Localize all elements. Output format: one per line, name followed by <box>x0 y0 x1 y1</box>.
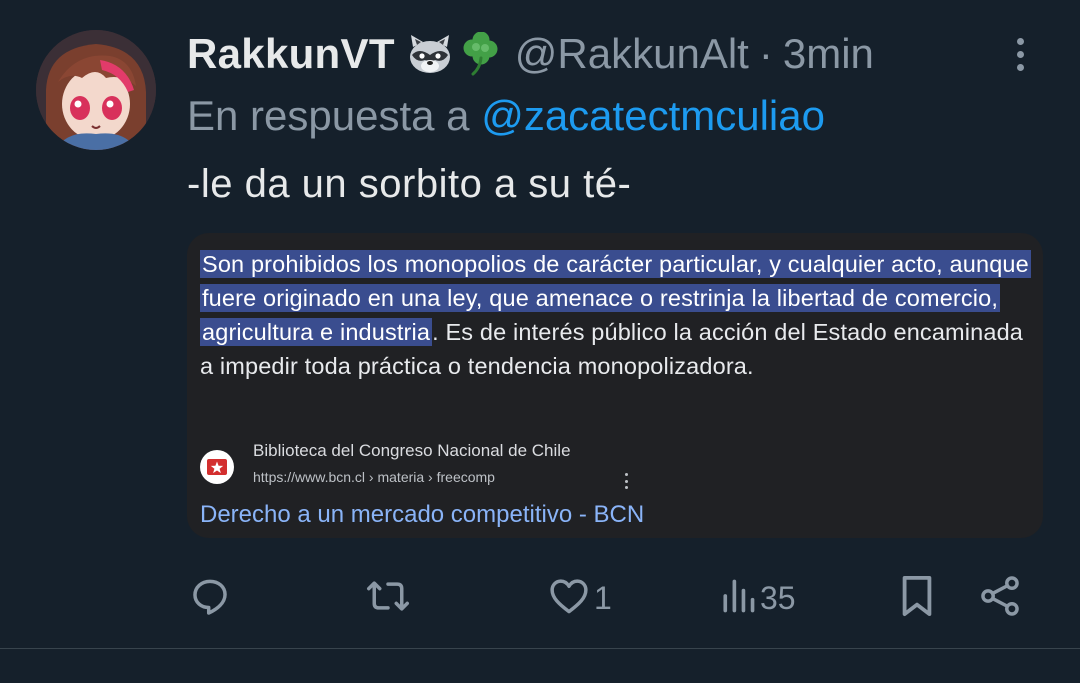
retweet-icon <box>364 574 412 623</box>
share-icon <box>978 574 1022 623</box>
views-button[interactable]: 35 <box>718 570 796 626</box>
handle[interactable]: @RakkunAlt <box>515 30 749 78</box>
views-count: 35 <box>760 579 796 616</box>
bcn-favicon-icon <box>200 450 234 484</box>
result-more-icon <box>623 473 629 489</box>
bookmark-icon <box>896 573 938 624</box>
avatar[interactable] <box>36 30 156 150</box>
reply-context: En respuesta a @zacatectmculiao <box>187 92 825 140</box>
search-snippet: Son prohibidos los monopolios de carácte… <box>200 247 1040 383</box>
reply-button[interactable] <box>188 570 234 626</box>
retweet-button[interactable] <box>364 570 414 626</box>
display-name[interactable]: RakkunVT <box>187 30 395 78</box>
tweet: RakkunVT @RakkunAlt · 3min En respuesta … <box>0 0 1080 683</box>
shamrock-emoji-icon <box>459 32 503 76</box>
bookmark-button[interactable] <box>896 570 938 626</box>
source-url: https://www.bcn.cl › materia › freecomp <box>253 469 495 485</box>
views-icon <box>718 574 758 623</box>
like-count: 1 <box>594 579 612 616</box>
divider <box>0 648 1080 649</box>
timestamp[interactable]: 3min <box>783 30 874 78</box>
tweet-text: -le da un sorbito a su té- <box>187 162 632 206</box>
share-button[interactable] <box>978 570 1022 626</box>
tweet-header: RakkunVT @RakkunAlt · 3min <box>187 28 874 80</box>
attached-image[interactable]: Son prohibidos los monopolios de carácte… <box>187 233 1043 538</box>
source-name: Biblioteca del Congreso Nacional de Chil… <box>253 441 571 460</box>
reply-prefix: En respuesta a <box>187 92 470 139</box>
reply-icon <box>188 574 232 623</box>
reply-to-mention[interactable]: @zacatectmculiao <box>481 92 825 139</box>
like-button[interactable]: 1 <box>546 570 612 626</box>
more-options-icon[interactable] <box>1003 34 1037 74</box>
heart-icon <box>546 574 592 623</box>
action-bar: 1 35 <box>0 570 1080 626</box>
result-title-link: Derecho a un mercado competitivo - BCN <box>200 501 645 528</box>
separator-dot: · <box>758 30 773 77</box>
raccoon-emoji-icon <box>407 33 453 75</box>
